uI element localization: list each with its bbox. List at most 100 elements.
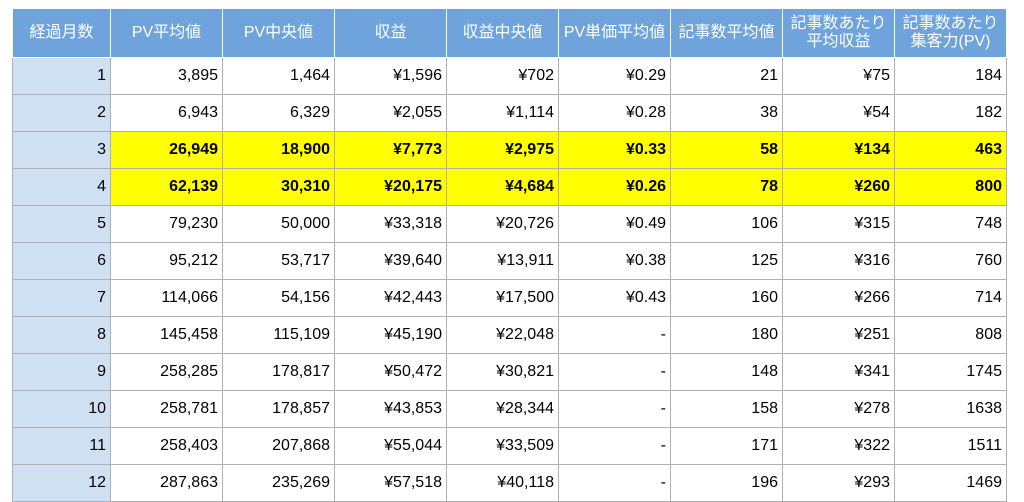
cell-pv-median: 1,464 <box>222 57 335 95</box>
cell-article-count: 58 <box>670 131 783 169</box>
cell-pv-average: 95,212 <box>110 242 223 280</box>
cell-revenue-median: ¥30,821 <box>446 353 559 391</box>
header-revenue-per-article: 記事数あたり 平均収益 <box>782 8 895 58</box>
header-row: 経過月数 PV平均値 PV中央値 収益 収益中央値 PV単価平均値 記事数平均値… <box>12 8 1007 58</box>
cell-month: 9 <box>12 353 111 391</box>
cell-article-count: 196 <box>670 464 783 502</box>
header-revenue: 収益 <box>334 8 447 58</box>
cell-revenue-per-article: ¥251 <box>782 316 895 354</box>
header-pv-average: PV平均値 <box>110 8 223 58</box>
cell-pv-median: 53,717 <box>222 242 335 280</box>
cell-revenue: ¥33,318 <box>334 205 447 243</box>
cell-revenue-per-article: ¥54 <box>782 94 895 132</box>
cell-month: 11 <box>12 427 111 465</box>
cell-pv-unit-price: ¥0.43 <box>558 279 671 317</box>
cell-pv-per-article: 800 <box>894 168 1007 206</box>
cell-revenue-per-article: ¥75 <box>782 57 895 95</box>
cell-revenue-median: ¥1,114 <box>446 94 559 132</box>
cell-revenue: ¥45,190 <box>334 316 447 354</box>
cell-pv-per-article: 1745 <box>894 353 1007 391</box>
cell-revenue-median: ¥40,118 <box>446 464 559 502</box>
cell-revenue: ¥7,773 <box>334 131 447 169</box>
cell-revenue-median: ¥22,048 <box>446 316 559 354</box>
header-article-count-average: 記事数平均値 <box>670 8 783 58</box>
cell-revenue: ¥2,055 <box>334 94 447 132</box>
cell-revenue-median: ¥702 <box>446 57 559 95</box>
cell-revenue: ¥55,044 <box>334 427 447 465</box>
cell-revenue-median: ¥4,684 <box>446 168 559 206</box>
cell-pv-per-article: 463 <box>894 131 1007 169</box>
cell-revenue-per-article: ¥278 <box>782 390 895 428</box>
table-row: 7 114,066 54,156 ¥42,443 ¥17,500 ¥0.43 160 ¥266… <box>12 279 1007 317</box>
cell-month: 1 <box>12 57 111 95</box>
cell-pv-median: 178,857 <box>222 390 335 428</box>
cell-pv-per-article: 182 <box>894 94 1007 132</box>
cell-pv-unit-price: - <box>558 353 671 391</box>
cell-revenue-per-article: ¥266 <box>782 279 895 317</box>
cell-revenue-median: ¥20,726 <box>446 205 559 243</box>
cell-pv-unit-price: ¥0.33 <box>558 131 671 169</box>
cell-month: 6 <box>12 242 111 280</box>
cell-pv-average: 62,139 <box>110 168 223 206</box>
cell-pv-average: 26,949 <box>110 131 223 169</box>
header-pv-unit-price-average: PV単価平均値 <box>558 8 671 58</box>
cell-revenue-per-article: ¥315 <box>782 205 895 243</box>
header-pv-median: PV中央値 <box>222 8 335 58</box>
monthly-stats-table: 経過月数 PV平均値 PV中央値 収益 収益中央値 PV単価平均値 記事数平均値… <box>12 8 1007 502</box>
cell-pv-average: 287,863 <box>110 464 223 502</box>
cell-revenue: ¥57,518 <box>334 464 447 502</box>
cell-pv-average: 258,781 <box>110 390 223 428</box>
cell-pv-unit-price: ¥0.38 <box>558 242 671 280</box>
table-row: 4 62,139 30,310 ¥20,175 ¥4,684 ¥0.26 78 ¥260 800 <box>12 168 1007 206</box>
cell-month: 8 <box>12 316 111 354</box>
cell-article-count: 180 <box>670 316 783 354</box>
cell-pv-average: 145,458 <box>110 316 223 354</box>
cell-pv-per-article: 1638 <box>894 390 1007 428</box>
cell-pv-per-article: 714 <box>894 279 1007 317</box>
header-pv-per-article: 記事数あたり 集客力(PV) <box>894 8 1007 58</box>
cell-revenue-median: ¥2,975 <box>446 131 559 169</box>
table-container: 経過月数 PV平均値 PV中央値 収益 収益中央値 PV単価平均値 記事数平均値… <box>12 8 1007 502</box>
cell-pv-unit-price: ¥0.49 <box>558 205 671 243</box>
table-row: 12 287,863 235,269 ¥57,518 ¥40,118-196 ¥293 14… <box>12 464 1007 502</box>
cell-pv-per-article: 1469 <box>894 464 1007 502</box>
cell-pv-per-article: 808 <box>894 316 1007 354</box>
cell-revenue-per-article: ¥316 <box>782 242 895 280</box>
cell-pv-unit-price: - <box>558 427 671 465</box>
cell-pv-average: 79,230 <box>110 205 223 243</box>
table-row: 8 145,458 115,109 ¥45,190 ¥22,048-180 ¥251 808 <box>12 316 1007 354</box>
cell-pv-median: 6,329 <box>222 94 335 132</box>
cell-revenue: ¥1,596 <box>334 57 447 95</box>
header-revenue-median: 収益中央値 <box>446 8 559 58</box>
cell-pv-median: 115,109 <box>222 316 335 354</box>
cell-pv-unit-price: - <box>558 316 671 354</box>
cell-article-count: 148 <box>670 353 783 391</box>
cell-pv-per-article: 1511 <box>894 427 1007 465</box>
cell-article-count: 171 <box>670 427 783 465</box>
cell-month: 3 <box>12 131 111 169</box>
cell-month: 12 <box>12 464 111 502</box>
table-row: 11 258,403 207,868 ¥55,044 ¥33,509-171 ¥322 15… <box>12 427 1007 465</box>
cell-revenue-median: ¥13,911 <box>446 242 559 280</box>
cell-pv-average: 6,943 <box>110 94 223 132</box>
cell-pv-per-article: 748 <box>894 205 1007 243</box>
cell-pv-median: 18,900 <box>222 131 335 169</box>
cell-pv-unit-price: ¥0.26 <box>558 168 671 206</box>
cell-month: 10 <box>12 390 111 428</box>
cell-pv-unit-price: ¥0.28 <box>558 94 671 132</box>
table-row: 3 26,949 18,900 ¥7,773 ¥2,975 ¥0.33 58 ¥134 463 <box>12 131 1007 169</box>
cell-revenue-median: ¥33,509 <box>446 427 559 465</box>
cell-pv-median: 30,310 <box>222 168 335 206</box>
cell-revenue-per-article: ¥134 <box>782 131 895 169</box>
cell-pv-median: 178,817 <box>222 353 335 391</box>
cell-revenue-median: ¥28,344 <box>446 390 559 428</box>
cell-revenue: ¥39,640 <box>334 242 447 280</box>
cell-revenue-per-article: ¥322 <box>782 427 895 465</box>
table-row: 10 258,781 178,857 ¥43,853 ¥28,344-158 ¥278 16… <box>12 390 1007 428</box>
cell-pv-unit-price: ¥0.29 <box>558 57 671 95</box>
cell-revenue: ¥42,443 <box>334 279 447 317</box>
cell-article-count: 160 <box>670 279 783 317</box>
cell-pv-median: 235,269 <box>222 464 335 502</box>
cell-pv-per-article: 760 <box>894 242 1007 280</box>
table-row: 6 95,212 53,717 ¥39,640 ¥13,911 ¥0.38 125 ¥316 7… <box>12 242 1007 280</box>
